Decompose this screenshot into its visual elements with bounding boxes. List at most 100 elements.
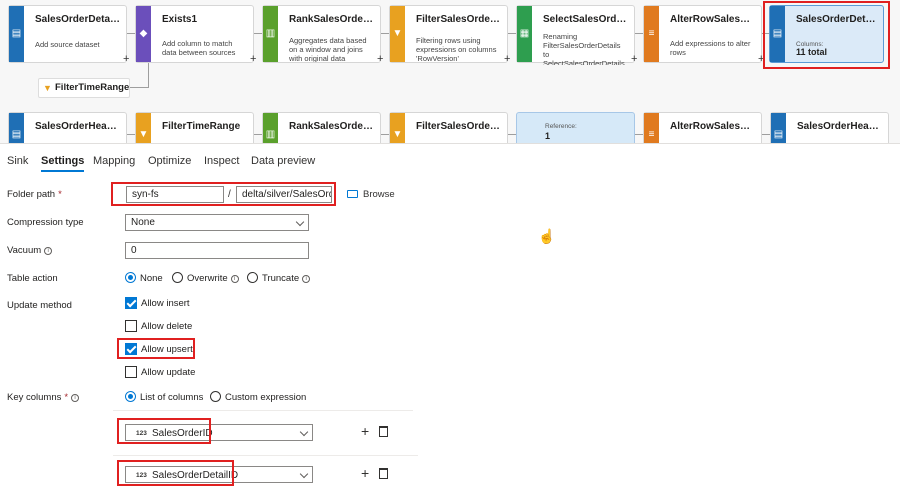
- chevron-down-icon: [299, 427, 309, 437]
- dataflow-canvas[interactable]: ▤ SalesOrderDetail... Add source dataset…: [0, 0, 900, 143]
- node-description: Aggregates data based on a window and jo…: [289, 36, 367, 62]
- node-alterrow-salesorderheader[interactable]: ≡ AlterRowSalesOrde...: [643, 112, 762, 143]
- divider: [113, 455, 418, 456]
- alter-row-icon: ≡: [648, 28, 655, 39]
- radio-selected-icon: [125, 391, 136, 402]
- radio-selected-icon: [125, 272, 136, 283]
- node-select-salesorderdetail[interactable]: ▦ SelectSalesOrderDe... Renaming FilterS…: [516, 5, 635, 65]
- node-rank-salesorderheader[interactable]: ▥ RankSalesOrderHe...: [262, 112, 381, 143]
- node-filter-salesorderheader[interactable]: ▼ FilterSalesOrderHe...: [389, 112, 508, 143]
- update-method-label: Update method: [7, 300, 72, 311]
- connector: [635, 33, 643, 34]
- compression-type-select[interactable]: None: [125, 214, 309, 231]
- node-filter-salesorderdetail[interactable]: ▼ FilterSalesOrderDet... Filtering rows …: [389, 5, 508, 63]
- node-title: FilterSalesOrderDet...: [416, 14, 503, 25]
- tab-inspect[interactable]: Inspect: [204, 155, 239, 167]
- add-transform-plus[interactable]: +: [631, 54, 637, 65]
- node-description: Add column to match data between sources: [162, 39, 236, 57]
- key-custom-expression-radio[interactable]: Custom expression: [210, 391, 306, 403]
- radio-icon: [210, 391, 221, 402]
- tab-settings[interactable]: Settings: [41, 155, 85, 172]
- tab-sink[interactable]: Sink: [7, 155, 28, 167]
- tab-mapping[interactable]: Mapping: [93, 155, 135, 167]
- add-transform-plus[interactable]: +: [250, 54, 256, 65]
- node-sink-salesorderheader[interactable]: ▤ SalesOrderHeade...: [770, 112, 889, 143]
- chevron-down-icon: [299, 469, 309, 479]
- connector: [254, 134, 262, 135]
- delete-icon[interactable]: [379, 426, 388, 437]
- exists-icon: ◆: [139, 28, 148, 39]
- filter-icon: ▼: [392, 28, 403, 39]
- node-source-salesorderdetail[interactable]: ▤ SalesOrderDetail... Add source dataset: [8, 5, 127, 63]
- allow-insert-checkbox[interactable]: Allow insert: [125, 297, 190, 309]
- node-title: Exists1: [162, 14, 198, 25]
- settings-tab-bar: Sink Settings Mapping Optimize Inspect D…: [0, 143, 900, 175]
- node-reference[interactable]: Reference: 1: [516, 112, 635, 143]
- node-source-salesorderheader[interactable]: ▤ SalesOrderHeade...: [8, 112, 127, 143]
- info-icon: i: [44, 247, 53, 255]
- node-filter-time-range-ref[interactable]: ▼ FilterTimeRange: [38, 78, 130, 98]
- connector: [127, 134, 135, 135]
- add-transform-plus[interactable]: +: [123, 54, 129, 65]
- add-icon[interactable]: +: [361, 466, 369, 480]
- node-description: Renaming FilterSalesOrderDetails to Sele…: [543, 32, 625, 65]
- checkbox-icon: [125, 320, 137, 332]
- key-list-of-columns-radio[interactable]: List of columns: [125, 391, 203, 403]
- hand-cursor-icon: ☝: [538, 228, 556, 244]
- tab-optimize[interactable]: Optimize: [148, 155, 191, 167]
- checkbox-icon: [125, 366, 137, 378]
- node-alterrow-salesorder[interactable]: ≡ AlterRowSalesOrde... Add expressions t…: [643, 5, 762, 63]
- source-icon: ▤: [11, 28, 22, 39]
- radio-icon: [247, 272, 258, 283]
- browse-label: Browse: [363, 189, 395, 200]
- node-title: AlterRowSalesOrde...: [670, 14, 757, 25]
- browse-button[interactable]: Browse: [347, 189, 395, 200]
- node-description: Filtering rows using expressions on colu…: [416, 36, 497, 62]
- folder-path-highlight: [111, 182, 336, 206]
- table-action-truncate-radio[interactable]: Truncate i: [247, 272, 311, 284]
- connector: [508, 134, 516, 135]
- node-title: FilterTimeRange: [162, 121, 241, 132]
- node-exists1[interactable]: ◆ Exists1 Add column to match data betwe…: [135, 5, 254, 63]
- window-icon: ▥: [265, 129, 276, 140]
- sink-icon: ▤: [773, 129, 784, 140]
- info-icon: i: [71, 394, 80, 402]
- table-action-overwrite-radio[interactable]: Overwrite i: [172, 272, 239, 284]
- key-column-highlight: [117, 460, 234, 486]
- node-description: Add expressions to alter rows: [670, 39, 751, 57]
- add-transform-plus[interactable]: +: [504, 54, 510, 65]
- source-icon: ▤: [11, 129, 22, 140]
- node-filter-time-range[interactable]: ▼ FilterTimeRange: [135, 112, 254, 143]
- connector: [254, 33, 262, 34]
- select-icon: ▦: [519, 28, 530, 39]
- add-transform-plus[interactable]: +: [377, 54, 383, 65]
- allow-update-checkbox[interactable]: Allow update: [125, 366, 195, 378]
- node-title: RankSalesOrderHe...: [289, 121, 376, 132]
- reference-label: Reference:: [545, 123, 577, 130]
- checkbox-checked-icon: [125, 297, 137, 309]
- divider: [113, 410, 413, 411]
- node-title: SalesOrderHeade...: [797, 121, 884, 132]
- add-icon[interactable]: +: [361, 424, 369, 438]
- info-icon: i: [302, 275, 311, 283]
- compression-type-label: Compression type: [7, 217, 84, 228]
- node-rank-salesorderdetail[interactable]: ▥ RankSalesOrderDet... Aggregates data b…: [262, 5, 381, 63]
- node-title: FilterTimeRange: [55, 82, 130, 93]
- alter-row-icon: ≡: [648, 129, 655, 140]
- folder-path-label: Folder path *: [7, 189, 62, 200]
- table-action-none-radio[interactable]: None: [125, 272, 163, 284]
- delete-icon[interactable]: [379, 468, 388, 479]
- filter-icon: ▼: [138, 129, 149, 140]
- connector: [148, 63, 149, 87]
- connector: [508, 33, 516, 34]
- tab-data-preview[interactable]: Data preview: [251, 155, 315, 167]
- key-column-highlight: [117, 418, 211, 444]
- chevron-down-icon: [295, 217, 305, 227]
- vacuum-input[interactable]: 0: [125, 242, 309, 259]
- node-title: SalesOrderHeade...: [35, 121, 122, 132]
- allow-delete-checkbox[interactable]: Allow delete: [125, 320, 192, 332]
- compression-type-value: None: [131, 217, 155, 228]
- connector: [381, 33, 389, 34]
- node-title: AlterRowSalesOrde...: [670, 121, 757, 132]
- reference-count: 1: [545, 131, 551, 141]
